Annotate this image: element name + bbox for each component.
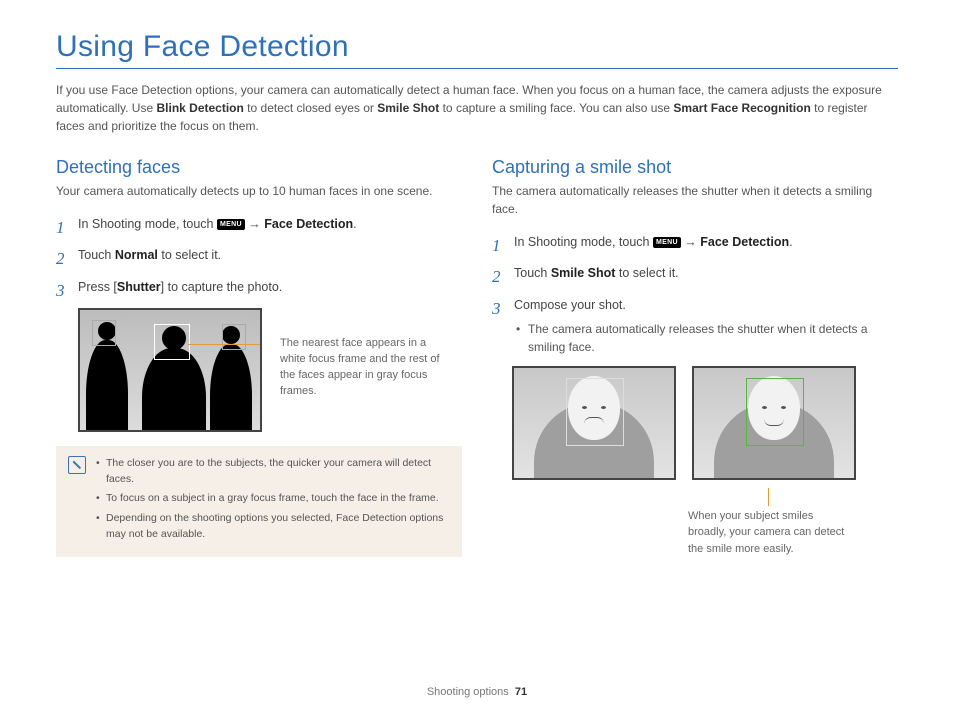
figure-caption: The nearest face appears in a white focu… [280,336,446,400]
step-1: In Shooting mode, touch MENU → Face Dete… [56,214,462,235]
step-text: to select it. [158,248,221,262]
step-text: Press [ [78,280,117,294]
menu-icon: MENU [217,219,245,230]
section-heading: Detecting faces [56,157,462,178]
step-text: In Shooting mode, touch [78,217,217,231]
focus-frame-white-icon [566,378,624,446]
illustration-group-faces [78,308,262,432]
intro-text: to detect closed eyes or [244,101,377,115]
step-text: Compose your shot. [514,298,626,312]
intro-bold-smart: Smart Face Recognition [673,101,810,115]
note-item: To focus on a subject in a gray focus fr… [96,491,450,507]
step-text: In Shooting mode, touch [514,235,653,249]
illustration-face-smile [692,366,856,480]
step-sublist: The camera automatically releases the sh… [514,320,898,356]
footer-section: Shooting options [427,686,509,698]
page-title: Using Face Detection [56,30,898,64]
note-item: The closer you are to the subjects, the … [96,456,450,488]
steps-list: In Shooting mode, touch MENU → Face Dete… [492,232,898,356]
step-subitem: The camera automatically releases the sh… [514,320,898,356]
intro-text: to capture a smiling face. You can also … [439,101,673,115]
column-smile-shot: Capturing a smile shot The camera automa… [492,157,898,557]
footer-page-number: 71 [515,686,527,698]
step-bold: Face Detection [700,235,789,249]
focus-frame-gray-icon [92,320,116,346]
arrow-icon: → [681,235,700,249]
step-bold: Smile Shot [551,266,616,280]
step-2: Touch Smile Shot to select it. [492,263,898,284]
step-bold: Shutter [117,280,161,294]
figure-caption: When your subject smiles broadly, your c… [688,508,848,558]
section-lead: The camera automatically releases the sh… [492,182,898,218]
page-footer: Shooting options 71 [0,686,954,698]
note-list: The closer you are to the subjects, the … [96,456,450,547]
step-text: . [353,217,356,231]
callout-line-icon [188,344,262,345]
step-1: In Shooting mode, touch MENU → Face Dete… [492,232,898,253]
step-text: Touch [514,266,551,280]
note-item: Depending on the shooting options you se… [96,511,450,543]
step-bold: Face Detection [264,217,353,231]
arrow-icon: → [245,217,264,231]
callout-line-icon [768,488,769,506]
figure-smile-shot [512,366,898,480]
focus-frame-green-icon [746,378,804,446]
step-text: Touch [78,248,115,262]
illustration-face-normal [512,366,676,480]
note-box: The closer you are to the subjects, the … [56,446,462,557]
step-text: to select it. [615,266,678,280]
column-detecting-faces: Detecting faces Your camera automaticall… [56,157,462,557]
step-3: Compose your shot. The camera automatica… [492,295,898,356]
step-bold: Normal [115,248,158,262]
step-text: . [789,235,792,249]
note-icon [68,456,86,474]
section-lead: Your camera automatically detects up to … [56,182,462,200]
step-2: Touch Normal to select it. [56,245,462,266]
intro-bold-smile: Smile Shot [377,101,439,115]
focus-frame-gray-icon [222,324,246,350]
step-text: ] to capture the photo. [161,280,283,294]
title-rule [56,68,898,69]
callout-wrap [512,488,898,506]
menu-icon: MENU [653,237,681,248]
steps-list: In Shooting mode, touch MENU → Face Dete… [56,214,462,298]
section-heading: Capturing a smile shot [492,157,898,178]
intro-bold-blink: Blink Detection [156,101,243,115]
figure-detecting-faces: The nearest face appears in a white focu… [78,308,462,432]
step-3: Press [Shutter] to capture the photo. [56,277,462,298]
intro-paragraph: If you use Face Detection options, your … [56,81,898,135]
focus-frame-white-icon [154,324,190,360]
